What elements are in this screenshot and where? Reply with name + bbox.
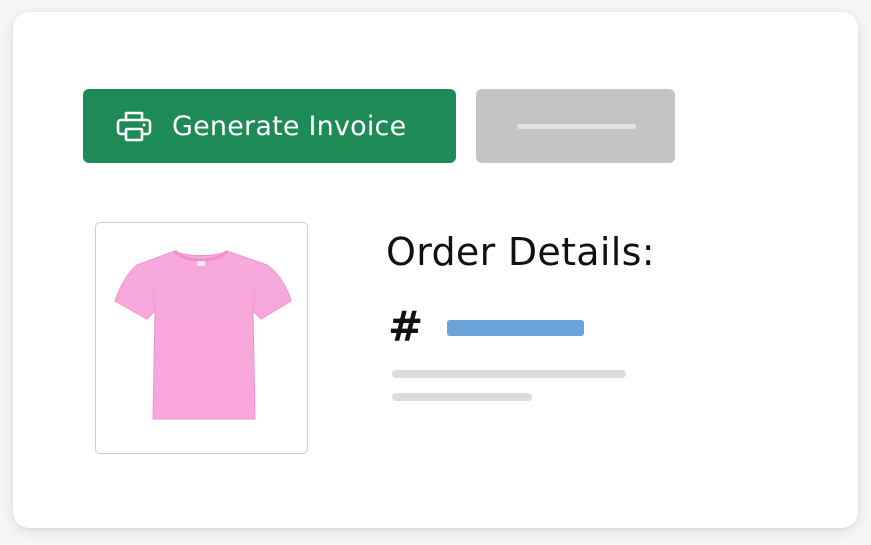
- generate-invoice-label: Generate Invoice: [172, 110, 407, 142]
- button-label-placeholder: [517, 124, 636, 129]
- product-image-frame: [95, 222, 308, 454]
- order-details-title: Order Details:: [386, 230, 655, 274]
- order-detail-line-placeholder: [392, 370, 626, 378]
- generate-invoice-button[interactable]: Generate Invoice: [83, 89, 456, 163]
- tshirt-icon: [114, 249, 291, 420]
- order-number-prefix: #: [388, 302, 424, 351]
- secondary-action-button[interactable]: [476, 89, 675, 163]
- printer-icon: [116, 110, 152, 142]
- order-detail-line-placeholder: [392, 393, 532, 401]
- order-number-placeholder: [447, 320, 584, 336]
